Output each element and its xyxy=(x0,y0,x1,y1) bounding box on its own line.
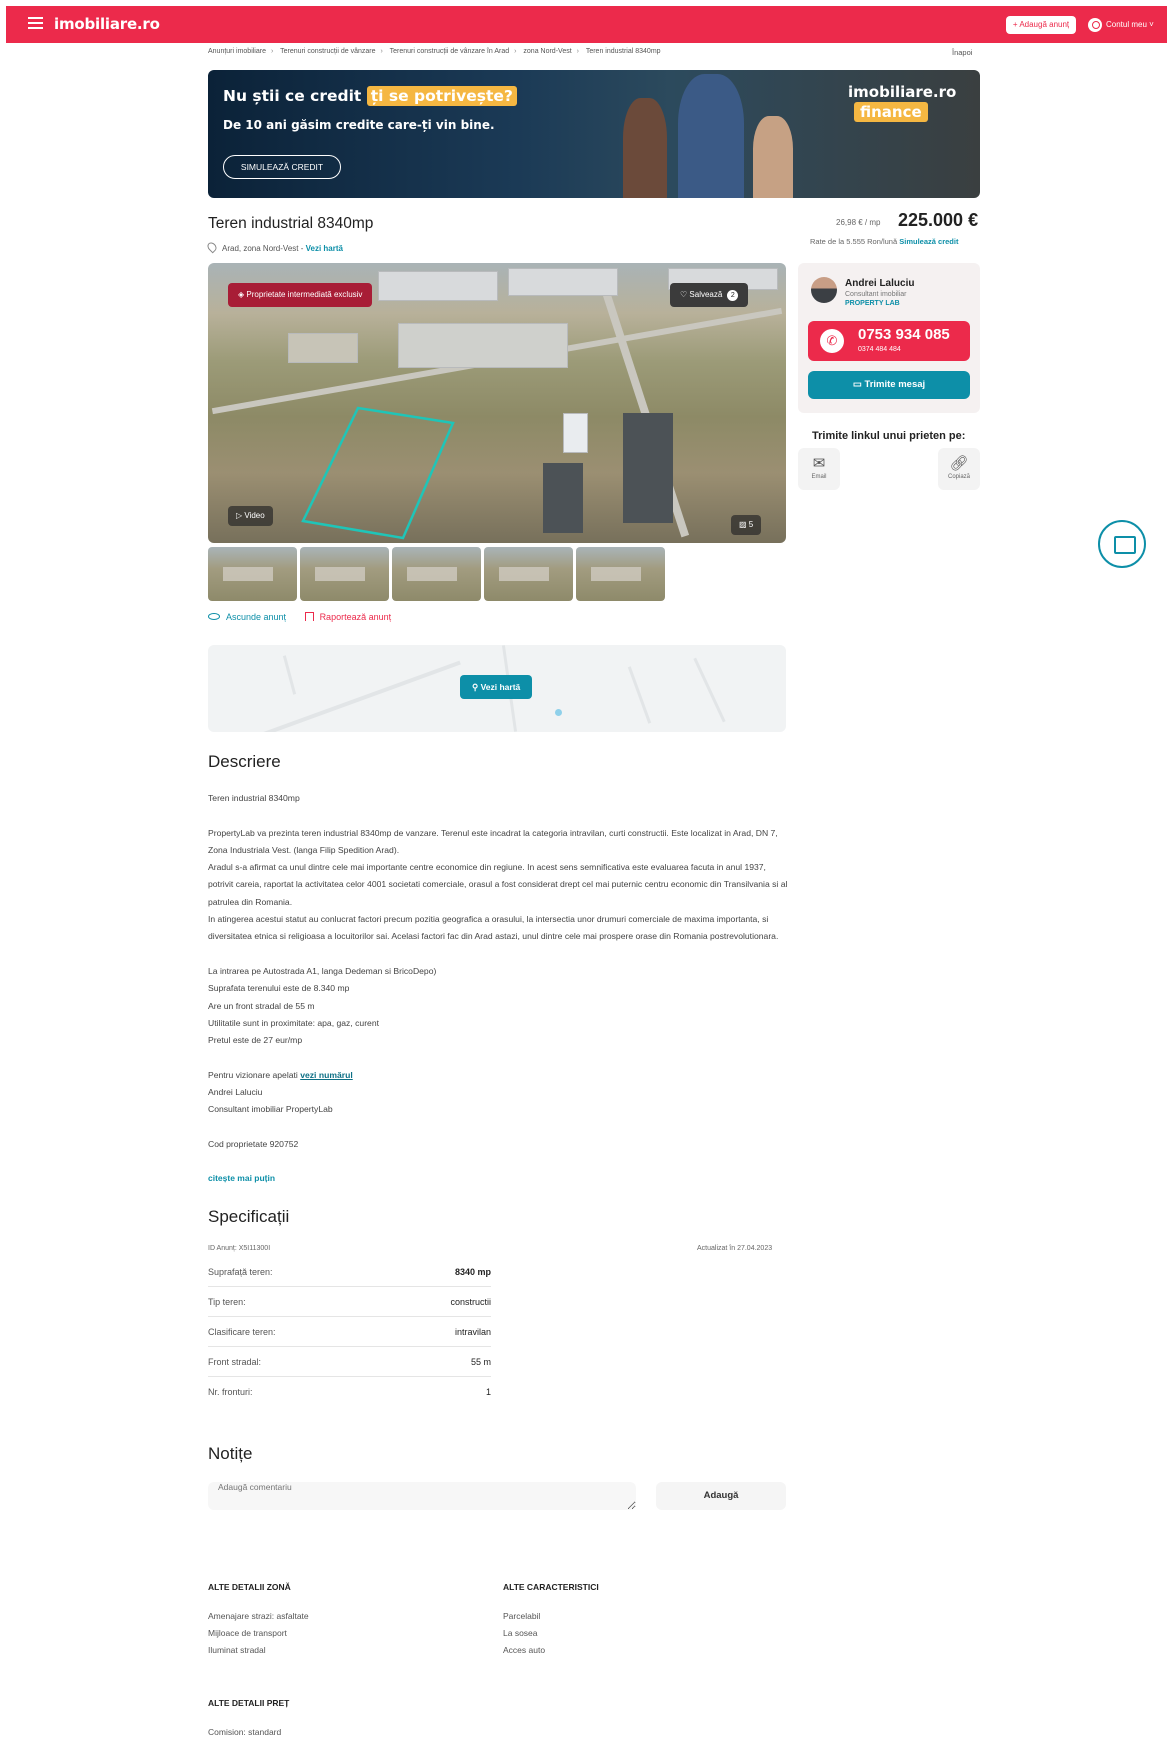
price-detail-item: Comision: standard xyxy=(208,1727,282,1737)
banner-headline: Nu știi ce credit ți se potrivește? xyxy=(223,86,517,106)
site-logo[interactable]: imobiliare.ro xyxy=(54,15,160,33)
exclusive-badge: ◈ Proprietate intermediată exclusiv xyxy=(228,283,373,307)
updated-date: Actualizat în 27.04.2023 xyxy=(697,1245,773,1252)
breadcrumb-item[interactable]: Teren industrial 8340mp xyxy=(586,48,661,55)
price-details-heading: ALTE DETALII PREȚ xyxy=(208,1698,290,1708)
price-per-sqm: 26,98 € / mp xyxy=(836,218,881,227)
thumbnail[interactable] xyxy=(208,547,297,601)
location-map-link[interactable]: Vezi hartă xyxy=(306,244,343,253)
copy-link-button[interactable]: 🔗︎ Copiază xyxy=(938,448,980,490)
photo-count-button[interactable]: ▨ 5 xyxy=(731,515,762,535)
notes-heading: Notițe xyxy=(208,1444,253,1463)
agent-role: Consultant imobiliar xyxy=(845,291,907,298)
thumbnail[interactable] xyxy=(576,547,665,601)
account-label: Contul meu ˅ xyxy=(1106,20,1154,29)
add-note-button[interactable]: Adaugă xyxy=(656,1482,786,1510)
finance-banner[interactable]: Nu știi ce credit ți se potrivește? De 1… xyxy=(208,70,980,198)
save-count: 2 xyxy=(727,290,739,301)
banner-subline: De 10 ani găsim credite care-ți vin bine… xyxy=(223,118,495,132)
view-map-button[interactable]: ⚲ Vezi hartă xyxy=(460,675,533,699)
hide-listing-button[interactable]: Ascunde anunț xyxy=(208,612,286,622)
listing-title: Teren industrial 8340mp xyxy=(208,215,374,232)
flag-icon xyxy=(304,612,314,621)
call-button[interactable]: ✆ 0753 934 085 0374 484 484 xyxy=(808,321,970,361)
user-icon xyxy=(1088,17,1102,32)
location-pin-icon xyxy=(205,240,219,254)
mail-icon: ✉ xyxy=(812,455,826,472)
finance-brand: imobiliare.ro finance xyxy=(848,83,957,122)
breadcrumb-item[interactable]: Anunțuri imobiliare xyxy=(208,48,266,55)
description-text: Teren industrial 8340mp PropertyLab va p… xyxy=(208,793,788,1149)
agent-phone: 0753 934 085 xyxy=(858,326,950,343)
link-icon: 🔗︎ xyxy=(949,455,969,472)
agent-company[interactable]: PROPERTY LAB xyxy=(845,300,900,307)
description-heading: Descriere xyxy=(208,752,281,771)
agent-card: Andrei Laluciu Consultant imobiliar PROP… xyxy=(798,263,980,413)
save-button[interactable]: ♡ Salvează 2 xyxy=(670,283,749,307)
agent-phone-secondary: 0374 484 484 xyxy=(858,346,901,353)
listing-id: ID Anunț: X5I11300I xyxy=(208,1245,271,1252)
spec-row: Suprafață teren: 8340 mp xyxy=(208,1257,491,1287)
zone-detail-item: Amenajare strazi: asfaltate xyxy=(208,1611,309,1621)
breadcrumb-item[interactable]: zona Nord-Vest xyxy=(523,48,571,55)
breadcrumb: Anunțuri imobiliare › Terenuri construcți… xyxy=(208,48,661,55)
specs-heading: Specificații xyxy=(208,1207,290,1226)
spec-row: Nr. fronturi: 1 xyxy=(208,1387,491,1397)
agent-avatar xyxy=(811,277,837,303)
menu-icon[interactable] xyxy=(28,17,43,29)
spec-row: Tip teren: constructii xyxy=(208,1287,491,1317)
breadcrumb-item[interactable]: Terenuri construcții de vânzare xyxy=(280,48,375,55)
main-photo[interactable]: ◈ Proprietate intermediată exclusiv ♡ Sa… xyxy=(208,263,786,543)
thumbnail[interactable] xyxy=(300,547,389,601)
zone-detail-item: Mijloace de transport xyxy=(208,1628,287,1638)
reveal-phone-link[interactable]: vezi numărul xyxy=(300,1070,353,1080)
back-link[interactable]: Înapoi xyxy=(952,48,972,57)
send-message-button[interactable]: ▭ Trimite mesaj xyxy=(808,371,970,399)
characteristic-item: La sosea xyxy=(503,1628,538,1638)
note-input[interactable] xyxy=(208,1482,636,1510)
simulate-credit-link[interactable]: Simulează credit xyxy=(899,237,958,246)
simulate-credit-button[interactable]: SIMULEAZĂ CREDIT xyxy=(223,155,341,179)
map-preview[interactable]: ⚲ Vezi hartă xyxy=(208,645,786,732)
listing-actions: Ascunde anunț Raportează anunț xyxy=(208,612,391,622)
read-less-link[interactable]: citește mai puțin xyxy=(208,1173,275,1183)
top-bar: imobiliare.ro + Adaugă anunț Contul meu … xyxy=(6,6,1167,43)
zone-detail-item: Iluminat stradal xyxy=(208,1645,266,1655)
thumbnail[interactable] xyxy=(484,547,573,601)
listing-price: 225.000 € xyxy=(898,210,979,230)
spec-row: Clasificare teren: intravilan xyxy=(208,1317,491,1347)
share-email-button[interactable]: ✉ Email xyxy=(798,448,840,490)
eye-icon xyxy=(208,613,220,620)
account-menu[interactable]: Contul meu ˅ xyxy=(1088,16,1154,34)
rate-info: Rate de la 5.555 Ron/lună Simulează cred… xyxy=(810,237,959,246)
characteristic-item: Parcelabil xyxy=(503,1611,541,1621)
zone-details-heading: ALTE DETALII ZONĂ xyxy=(208,1582,291,1592)
share-title: Trimite linkul unui prieten pe: xyxy=(812,430,966,442)
add-listing-button[interactable]: + Adaugă anunț xyxy=(1006,16,1076,34)
phone-icon: ✆ xyxy=(820,329,844,353)
characteristic-item: Acces auto xyxy=(503,1645,546,1655)
chat-button[interactable] xyxy=(1098,520,1146,568)
breadcrumb-item[interactable]: Terenuri construcții de vânzare în Arad xyxy=(390,48,509,55)
video-button[interactable]: ▷ Video xyxy=(228,506,273,526)
banner-people-image xyxy=(603,70,803,198)
characteristics-heading: ALTE CARACTERISTICI xyxy=(503,1582,599,1592)
thumbnail[interactable] xyxy=(392,547,481,601)
spec-row: Front stradal: 55 m xyxy=(208,1347,491,1377)
agent-name: Andrei Laluciu xyxy=(845,278,915,289)
listing-location: Arad, zona Nord-Vest - Vezi hartă xyxy=(205,240,343,254)
report-listing-button[interactable]: Raportează anunț xyxy=(304,612,391,622)
